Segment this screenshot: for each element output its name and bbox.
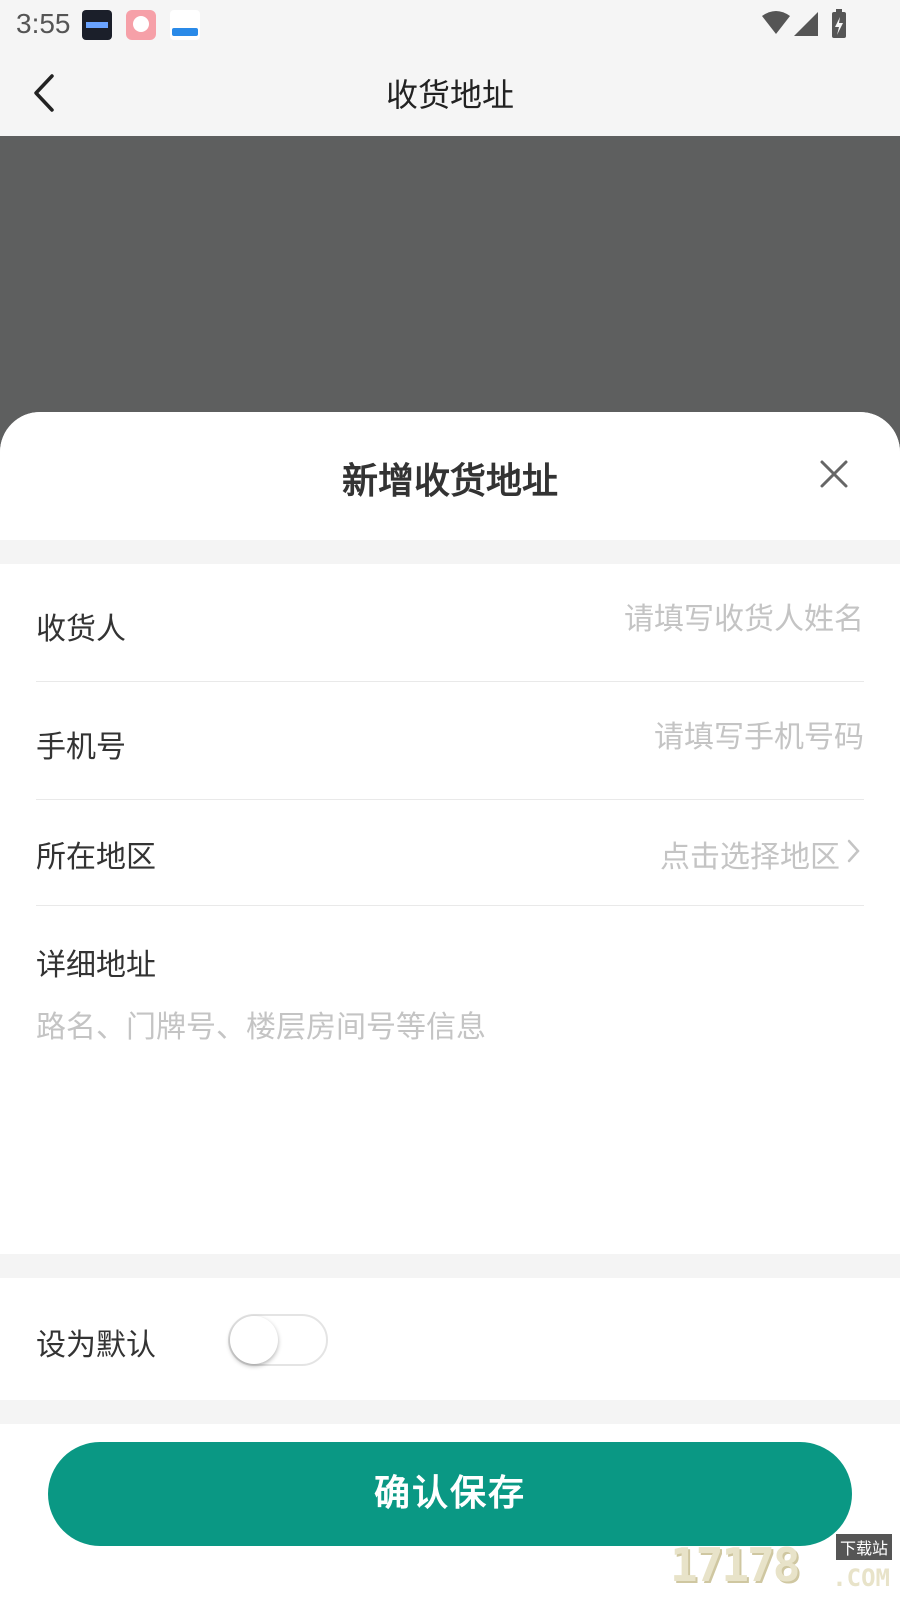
default-address-row: 设为默认 — [0, 1278, 900, 1400]
clock-widget-app-icon — [82, 10, 112, 40]
watermark-suffix: .COM — [832, 1564, 890, 1592]
default-address-label: 设为默认 — [36, 1328, 156, 1363]
status-bar: 3:55 — [0, 0, 900, 50]
close-icon — [820, 460, 848, 488]
chevron-right-icon — [847, 839, 860, 863]
save-button[interactable]: 确认保存 — [48, 1442, 852, 1546]
detail-address-input[interactable] — [36, 1002, 864, 1202]
page-title: 收货地址 — [385, 76, 514, 114]
region-row[interactable]: 所在地区 点击选择地区 — [36, 800, 864, 906]
sheet-header: 新增收货地址 — [0, 412, 900, 540]
cellular-signal-icon — [794, 12, 818, 36]
detail-address-label: 详细地址 — [36, 948, 156, 983]
phone-row: 手机号 — [36, 682, 864, 800]
receiver-label: 收货人 — [36, 612, 126, 647]
toggle-knob — [230, 1316, 278, 1364]
address-form: 收货人 手机号 所在地区 点击选择地区 详细地址 — [0, 564, 900, 1254]
pink-app-icon — [126, 10, 156, 40]
site-watermark: 17178 下载站 .COM — [670, 1534, 892, 1598]
default-address-toggle[interactable] — [228, 1314, 328, 1366]
close-button[interactable] — [814, 454, 854, 494]
receiver-input[interactable] — [364, 602, 864, 637]
battery-charging-icon — [832, 9, 846, 38]
phone-input[interactable] — [364, 720, 864, 755]
sheet-title: 新增收货地址 — [341, 461, 558, 502]
wifi-icon — [762, 11, 790, 34]
add-address-sheet: 新增收货地址 收货人 手机号 所在地区 点击选择地区 详细地址 设为默认 — [0, 412, 900, 1600]
region-select[interactable]: 点击选择地区 — [660, 832, 840, 876]
system-status-icons — [762, 9, 846, 38]
watermark-text: 17178 — [670, 1538, 800, 1592]
status-time: 3:55 — [16, 8, 71, 39]
region-label: 所在地区 — [36, 840, 156, 875]
receiver-row: 收货人 — [36, 564, 864, 682]
watermark-tag: 下载站 — [835, 1534, 892, 1560]
blue-app-icon — [170, 10, 200, 40]
phone-label: 手机号 — [36, 730, 126, 765]
app-header: 收货地址 — [0, 50, 900, 136]
